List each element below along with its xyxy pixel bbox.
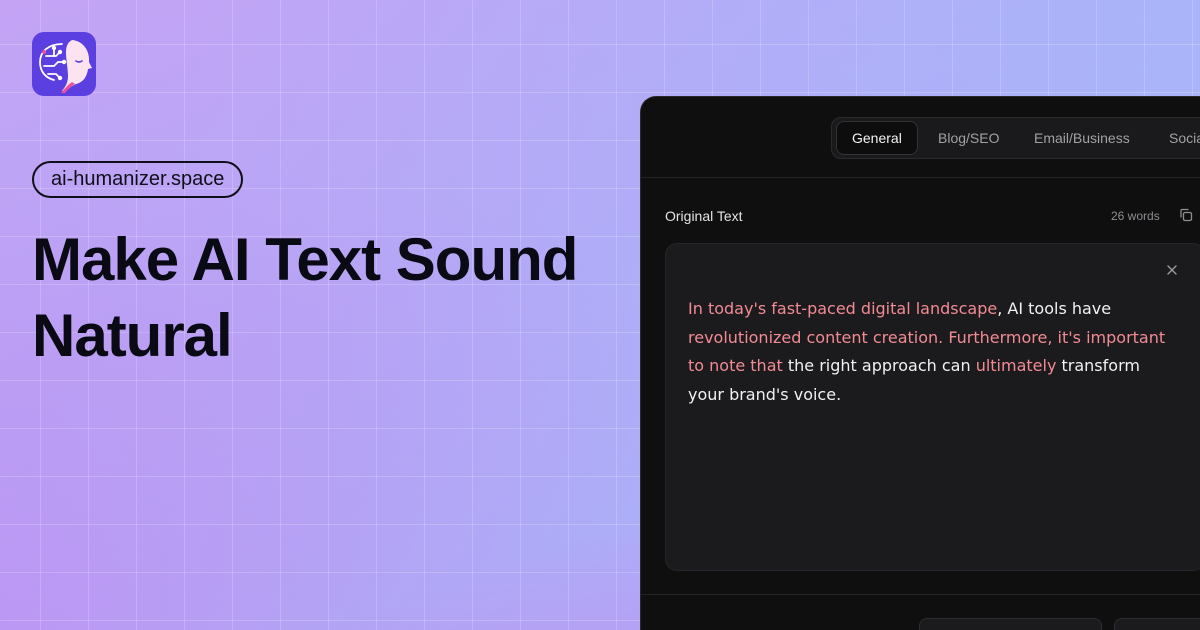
original-text-content[interactable]: In today's fast-paced digital landscape,…: [688, 295, 1168, 410]
page-headline: Make AI Text Sound Natural: [32, 222, 632, 374]
original-text-box[interactable]: In today's fast-paced digital landscape,…: [665, 243, 1200, 571]
text-segment: the right approach can: [782, 356, 976, 376]
close-icon[interactable]: [1164, 262, 1180, 278]
headline-line-2: Natural: [32, 302, 233, 369]
app-panel: General Blog/SEO Email/Business Social O…: [640, 96, 1200, 630]
word-count: 26 words: [1111, 209, 1160, 223]
tab-email-business[interactable]: Email/Business: [1034, 121, 1130, 155]
ai-phrase-highlight: In today's fast-paced digital landscape: [688, 299, 998, 318]
face-circuit-icon: [39, 40, 92, 93]
header-divider: [641, 177, 1200, 178]
footer-divider: [641, 594, 1200, 595]
copy-icon[interactable]: [1179, 208, 1193, 222]
domain-badge: ai-humanizer.space: [32, 161, 244, 198]
text-segment: , AI tools have: [997, 299, 1112, 318]
headline-line-1: Make AI Text Sound: [32, 226, 578, 293]
tone-tabs: General Blog/SEO Email/Business Social: [831, 117, 1200, 159]
ai-phrase-highlight: ultimately: [975, 356, 1057, 376]
options-dropdown[interactable]: [1114, 618, 1200, 630]
app-logo: [32, 32, 96, 96]
model-select-dropdown[interactable]: [919, 618, 1102, 630]
tab-social[interactable]: Social: [1169, 121, 1200, 155]
tab-general[interactable]: General: [836, 121, 918, 155]
original-text-label: Original Text: [665, 208, 743, 224]
tab-blog-seo[interactable]: Blog/SEO: [938, 121, 999, 155]
